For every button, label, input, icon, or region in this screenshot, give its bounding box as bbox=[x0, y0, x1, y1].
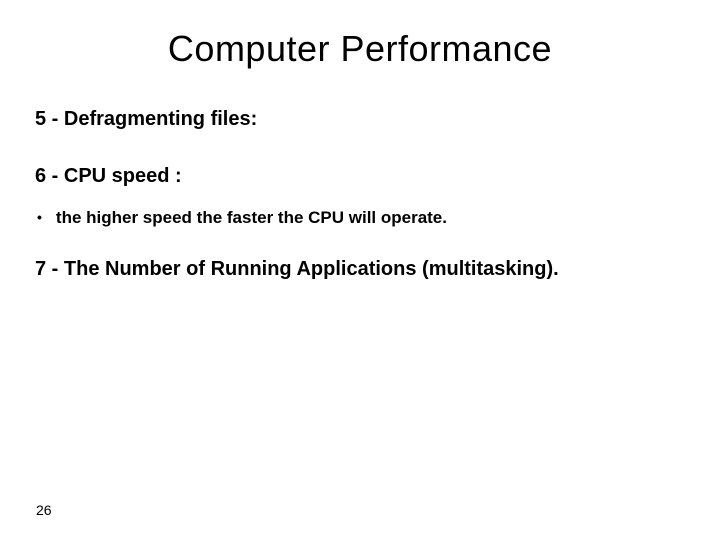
bullet-cpu-speed-detail: • the higher speed the faster the CPU wil… bbox=[37, 208, 685, 228]
slide-title: Computer Performance bbox=[35, 28, 685, 70]
bullet-dot-icon: • bbox=[37, 210, 42, 224]
heading-running-applications: 7 - The Number of Running Applications (… bbox=[35, 258, 685, 281]
slide: Computer Performance 5 - Defragmenting f… bbox=[0, 0, 720, 540]
bullet-text: the higher speed the faster the CPU will… bbox=[56, 208, 447, 227]
heading-defragmenting: 5 - Defragmenting files: bbox=[35, 108, 685, 131]
page-number: 26 bbox=[36, 502, 52, 518]
heading-cpu-speed: 6 - CPU speed : bbox=[35, 165, 685, 188]
